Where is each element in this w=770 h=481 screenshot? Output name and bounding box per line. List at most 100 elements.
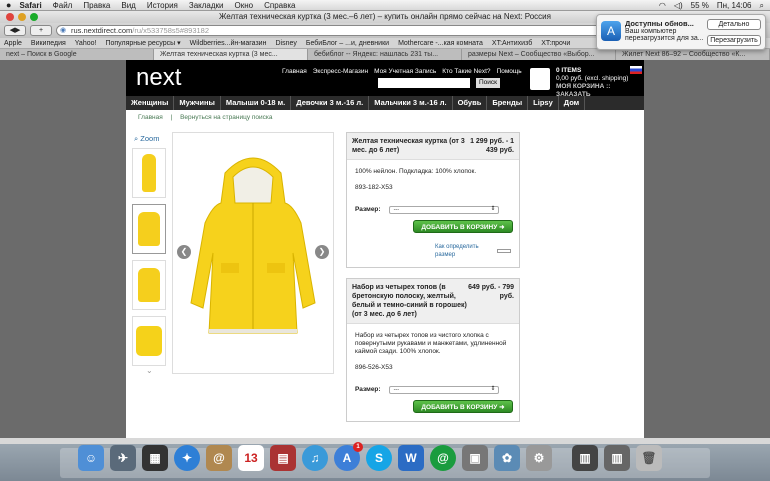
launchpad-icon[interactable]: ✈ xyxy=(110,445,136,471)
clock[interactable]: Пн, 14:06 xyxy=(717,1,752,10)
menu-history[interactable]: История xyxy=(147,1,178,10)
word-icon[interactable]: W xyxy=(398,445,424,471)
finder-icon[interactable]: ☺ xyxy=(78,445,104,471)
window-title: Желтая техническая куртка (3 мес.–6 лет)… xyxy=(219,12,551,21)
size-select[interactable]: --- xyxy=(388,206,499,214)
bookmark-item[interactable]: XT:Антихизб xyxy=(492,40,532,47)
menu-view[interactable]: Вид xyxy=(121,1,135,10)
thumbnail[interactable] xyxy=(132,260,166,310)
iphoto-icon[interactable]: ▣ xyxy=(462,445,488,471)
bookmark-item[interactable]: Википедия xyxy=(31,40,66,47)
dock: ☺ ✈ ▦ ✦ @ 13 ▤ ♫ A1 S W @ ▣ ✿ ⚙ ▥ ▥ 🗑 xyxy=(0,442,770,481)
russia-flag-icon[interactable] xyxy=(630,66,642,74)
trash-icon[interactable]: 🗑 xyxy=(636,445,662,471)
wifi-icon[interactable]: ◠ xyxy=(659,1,666,10)
menu-app[interactable]: Safari xyxy=(19,1,41,10)
previous-image-button[interactable]: ❮ xyxy=(177,245,191,259)
size-select[interactable]: --- xyxy=(388,386,499,394)
documents-stack-icon[interactable]: ▥ xyxy=(604,445,630,471)
globe-icon: ◉ xyxy=(60,27,67,34)
volume-icon[interactable]: ◁) xyxy=(674,1,683,10)
details-button[interactable]: Детально xyxy=(707,19,761,30)
link-account[interactable]: Моя Учетная Запись xyxy=(374,68,436,75)
link-about[interactable]: Кто Такие Next? xyxy=(442,68,490,75)
size-guide-link[interactable]: Как определить размер xyxy=(435,243,511,259)
bookmark-item[interactable]: БебиБлог – ...и, дневники xyxy=(306,40,389,47)
close-window-icon[interactable] xyxy=(6,13,14,21)
link-help[interactable]: Помощь xyxy=(497,68,522,75)
breadcrumb-back[interactable]: Вернуться на страницу поиска xyxy=(180,114,272,121)
bookmark-item[interactable]: Yahoo! xyxy=(75,40,97,47)
menu-file[interactable]: Файл xyxy=(53,1,73,10)
add-bookmark-button[interactable]: + xyxy=(30,25,52,36)
mission-control-icon[interactable]: ▦ xyxy=(142,445,168,471)
battery-percent[interactable]: 55 % xyxy=(691,1,709,10)
add-to-cart-button[interactable]: ДОБАВИТЬ В КОРЗИНУ xyxy=(413,400,513,413)
itunes-icon[interactable]: ♫ xyxy=(302,445,328,471)
link-express[interactable]: Экспресс-Магазин xyxy=(313,68,368,75)
menu-help[interactable]: Справка xyxy=(264,1,295,10)
nav-shoes[interactable]: Обувь xyxy=(453,96,488,110)
product-description: Набор из четырех топов из чистого хлопка… xyxy=(355,332,507,355)
product-main-image[interactable]: ❮ ❯ xyxy=(172,132,334,374)
apple-menu-icon[interactable]: ● xyxy=(6,0,11,10)
contacts-icon[interactable]: @ xyxy=(206,445,232,471)
add-to-cart-button[interactable]: ДОБАВИТЬ В КОРЗИНУ xyxy=(413,220,513,233)
tab-sizes[interactable]: размеры Next – Сообщество «Выбор... xyxy=(462,49,616,60)
next-site: next Главная Экспресс-Магазин Моя Учетна… xyxy=(126,60,644,438)
cart-checkout-link[interactable]: МОЯ КОРЗИНА :: ЗАКАЗАТЬ xyxy=(556,83,644,99)
zoom-button[interactable]: ⌕ Zoom xyxy=(134,134,159,144)
nav-men[interactable]: Мужчины xyxy=(174,96,221,110)
thumbnail[interactable] xyxy=(132,148,166,198)
bookmark-item[interactable]: Mothercare -...кая комната xyxy=(398,40,483,47)
nav-brands[interactable]: Бренды xyxy=(487,96,529,110)
messages-icon[interactable]: @ xyxy=(430,445,456,471)
system-preferences-icon[interactable]: ⚙ xyxy=(526,445,552,471)
menu-bookmarks[interactable]: Закладки xyxy=(189,1,224,10)
thumbnail[interactable] xyxy=(132,316,166,366)
next-logo[interactable]: next xyxy=(136,64,181,92)
app-store-dock-icon[interactable]: A1 xyxy=(334,442,363,471)
spotlight-icon[interactable]: ⌕ xyxy=(760,1,764,11)
chevron-down-icon[interactable]: ⌄ xyxy=(146,366,153,375)
calendar-icon[interactable]: 13 xyxy=(238,445,264,471)
next-image-button[interactable]: ❯ xyxy=(315,245,329,259)
bookmark-item[interactable]: Disney xyxy=(275,40,296,47)
bookmark-item[interactable]: Apple xyxy=(4,40,22,47)
nav-boys[interactable]: Мальчики 3 м.-16 л. xyxy=(369,96,453,110)
photo-booth-icon[interactable]: ▤ xyxy=(270,445,296,471)
address-bar[interactable]: ◉ rus.nextdirect.com/ru/x533758s5#893182 xyxy=(56,25,636,36)
bookmark-item[interactable]: XT:прочи xyxy=(541,40,570,47)
product-header: Желтая техническая куртка (от 3 мес. до … xyxy=(347,133,519,160)
minimize-window-icon[interactable] xyxy=(18,13,26,21)
menu-edit[interactable]: Правка xyxy=(83,1,110,10)
preview-icon[interactable]: ✿ xyxy=(494,445,520,471)
link-home[interactable]: Главная xyxy=(282,68,307,75)
nav-women[interactable]: Женщины xyxy=(126,96,175,110)
skype-icon[interactable]: S xyxy=(366,445,392,471)
zoom-window-icon[interactable] xyxy=(30,13,38,21)
product-description: 100% нейлон. Подкладка: 100% хлопок. xyxy=(355,168,477,175)
safari-icon[interactable]: ✦ xyxy=(174,445,200,471)
back-button[interactable]: ◀▶ xyxy=(4,25,26,36)
nav-babies[interactable]: Малыши 0-18 м. xyxy=(221,96,292,110)
thumbnail-selected[interactable] xyxy=(132,204,166,254)
menu-window[interactable]: Окно xyxy=(235,1,254,10)
restart-button[interactable]: Перезагрузить xyxy=(707,35,761,46)
tab-next-jacket[interactable]: Желтая техническая куртка (3 мес... xyxy=(154,49,308,60)
bookmark-item[interactable]: Популярные ресурсы ▾ xyxy=(105,39,180,47)
menu-bar: ● Safari Файл Правка Вид История Закладк… xyxy=(0,0,770,11)
tab-yandex[interactable]: бебиблог -- Яндекс: нашлась 231 ты... xyxy=(308,49,462,60)
site-search-input[interactable] xyxy=(378,78,470,88)
bookmark-item[interactable]: Wildberries...йн-магазин xyxy=(190,40,267,47)
size-label: Размер: xyxy=(355,206,381,213)
tab-vest[interactable]: Жилет Next 86–92 – Сообщество «К... xyxy=(616,49,770,60)
url-host: rus.nextdirect.com xyxy=(71,26,133,35)
nav-lipsy[interactable]: Lipsy xyxy=(528,96,559,110)
tab-google[interactable]: next – Поиск в Google xyxy=(0,49,154,60)
site-search-button[interactable]: Поиск xyxy=(476,78,500,88)
shopping-bag-icon[interactable] xyxy=(530,68,550,90)
downloads-stack-icon[interactable]: ▥ xyxy=(572,445,598,471)
nav-girls[interactable]: Девочки 3 м.-16 л. xyxy=(291,96,370,110)
breadcrumb-home[interactable]: Главная xyxy=(138,114,163,121)
